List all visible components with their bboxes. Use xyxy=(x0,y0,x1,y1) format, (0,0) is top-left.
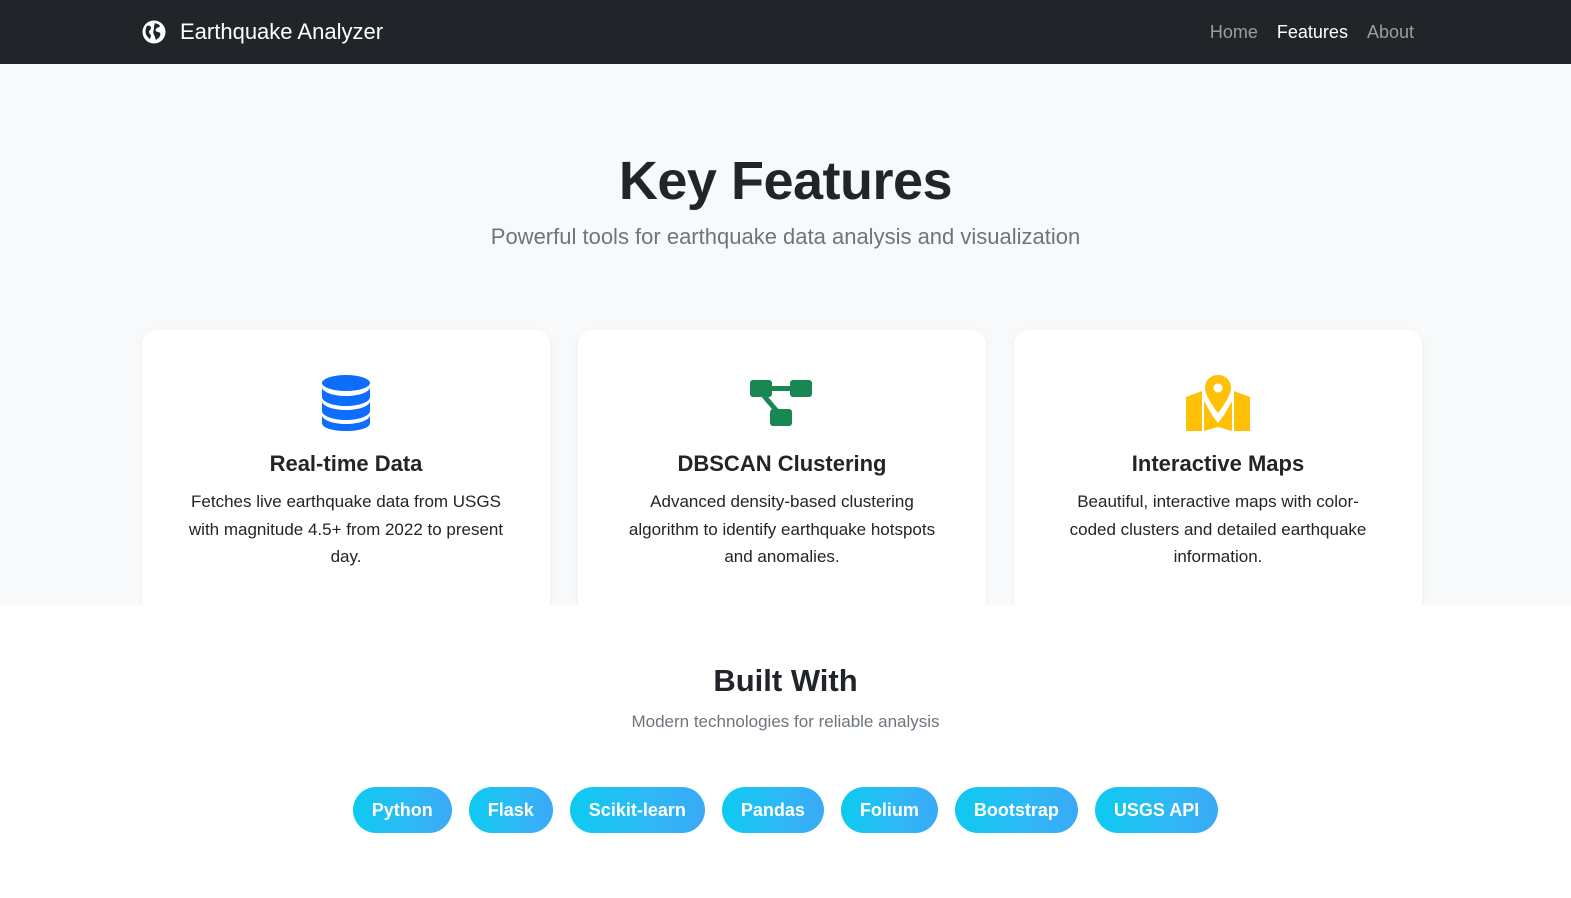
brand-name: Earthquake Analyzer xyxy=(180,19,384,44)
globe-icon xyxy=(142,20,166,44)
feature-card-interactive-maps: Interactive Maps Beautiful, interactive … xyxy=(1014,330,1422,613)
brand-link[interactable]: Earthquake Analyzer xyxy=(142,19,383,45)
built-with-section: Built With Modern technologies for relia… xyxy=(0,605,1571,898)
features-title: Key Features xyxy=(618,151,953,211)
feature-cards: Real-time Data Fetches live earthquake d… xyxy=(142,330,1422,613)
database-icon xyxy=(314,374,378,432)
card-title: DBSCAN Clustering xyxy=(677,451,887,476)
diagram-icon xyxy=(750,374,814,432)
badge-flask[interactable]: Flask xyxy=(468,787,553,833)
card-text: Fetches live earthquake data from USGS w… xyxy=(188,492,504,566)
badge-pandas[interactable]: Pandas xyxy=(721,787,824,833)
feature-card-realtime-data: Real-time Data Fetches live earthquake d… xyxy=(142,330,550,613)
feature-card-dbscan-clustering: DBSCAN Clustering Advanced density-based… xyxy=(578,330,986,613)
features-subtitle: Powerful tools for earthquake data analy… xyxy=(490,224,1081,249)
built-with-subtitle: Modern technologies for reliable analysi… xyxy=(631,712,940,731)
badge-scikit-learn[interactable]: Scikit-learn xyxy=(569,787,705,833)
badge-folium[interactable]: Folium xyxy=(840,787,938,833)
card-title: Real-time Data xyxy=(269,451,423,476)
features-section: Key Features Powerful tools for earthqua… xyxy=(0,64,1571,613)
tech-badges: Python Flask Scikit-learn Pandas Folium … xyxy=(0,787,1571,833)
nav-link-home[interactable]: Home xyxy=(1210,22,1258,43)
badge-python[interactable]: Python xyxy=(352,787,452,833)
badge-usgs-api[interactable]: USGS API xyxy=(1094,787,1219,833)
nav-link-features[interactable]: Features xyxy=(1277,22,1348,43)
badge-bootstrap[interactable]: Bootstrap xyxy=(954,787,1078,833)
card-title: Interactive Maps xyxy=(1131,451,1305,476)
built-with-title: Built With xyxy=(713,663,858,698)
card-text: Beautiful, interactive maps with color-c… xyxy=(1069,492,1367,566)
navbar: Earthquake Analyzer Home Features About xyxy=(0,0,1571,64)
nav-links: Home Features About xyxy=(1210,22,1414,43)
map-pin-icon xyxy=(1186,374,1250,432)
card-text: Advanced density-based clustering algori… xyxy=(628,492,936,566)
nav-link-about[interactable]: About xyxy=(1367,22,1414,43)
